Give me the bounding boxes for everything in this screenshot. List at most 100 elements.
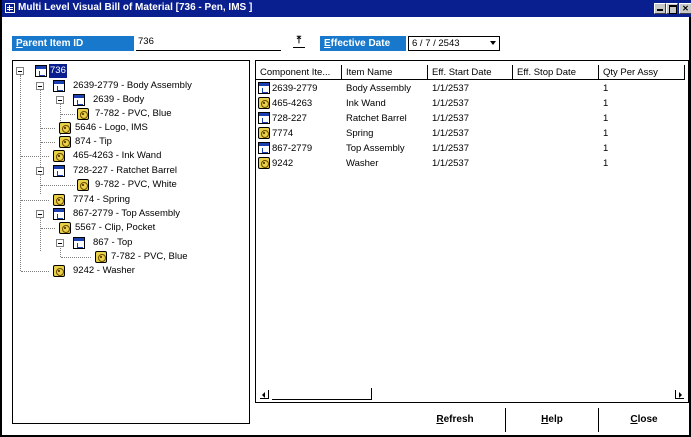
part-icon	[59, 136, 71, 148]
cell-stop-date	[517, 81, 597, 96]
tree-root-label: 736	[49, 64, 67, 78]
assembly-icon	[53, 208, 65, 220]
tree-connector	[61, 257, 91, 258]
tree-node[interactable]: 867-2779 - Top Assembly	[15, 207, 245, 221]
tree-node[interactable]: 2639-2779 - Body Assembly	[15, 79, 245, 93]
tree-node[interactable]: 5646 - Logo, IMS	[15, 121, 245, 135]
app-grid-icon	[5, 3, 15, 13]
bom-tree[interactable]: 736 2639-2779 - Body Assembly 2639 - Bod…	[12, 60, 250, 424]
assembly-icon	[73, 237, 85, 249]
cell-component: 465-4263	[272, 98, 313, 109]
assembly-icon	[35, 65, 47, 77]
grid-header: Component Ite... Item Name Eff. Start Da…	[256, 65, 688, 80]
cell-start-date: 1/1/2537	[432, 83, 469, 94]
part-icon	[77, 108, 89, 120]
table-row[interactable]: 9242 Washer 1/1/2537 1	[256, 156, 688, 171]
tree-node-root[interactable]: 736	[15, 64, 75, 78]
tree-node[interactable]: 7774 - Spring	[15, 193, 245, 207]
tree-node-label: 465-4263 - Ink Wand	[73, 150, 162, 161]
part-icon	[59, 122, 71, 134]
column-header-stop-date[interactable]: Eff. Stop Date	[513, 65, 599, 80]
tree-node-label: 7774 - Spring	[73, 194, 131, 205]
table-row[interactable]: 465-4263 Ink Wand 1/1/2537 1	[256, 96, 688, 111]
cell-start-date: 1/1/2537	[432, 113, 469, 124]
part-icon	[53, 265, 65, 277]
tree-node[interactable]: 9242 - Washer	[15, 264, 245, 278]
collapse-icon[interactable]	[36, 167, 44, 175]
close-button[interactable]: Close	[599, 408, 689, 432]
cell-stop-date	[517, 141, 597, 156]
tree-node-label: 2639 - Body	[93, 94, 145, 105]
parent-item-id-input[interactable]: 736	[136, 35, 281, 51]
tree-node-label: 728-227 - Ratchet Barrel	[73, 165, 178, 176]
refresh-button[interactable]: Refresh	[405, 408, 505, 432]
scroll-right-icon[interactable]	[675, 390, 684, 399]
chevron-down-icon[interactable]	[490, 41, 496, 45]
effective-date-label: Effective Date	[320, 36, 406, 51]
tree-node[interactable]: 5567 - Clip, Pocket	[15, 221, 245, 235]
assembly-icon	[258, 82, 270, 94]
tree-node-label: 2639-2779 - Body Assembly	[73, 80, 192, 91]
column-header-qty[interactable]: Qty Per Assy	[599, 65, 685, 80]
tree-node[interactable]: 465-4263 - Ink Wand	[15, 149, 245, 163]
cell-qty: 1	[603, 128, 609, 139]
collapse-icon[interactable]	[56, 239, 64, 247]
tree-connector	[41, 142, 55, 143]
title-bar[interactable]: Multi Level Visual Bill of Material [736…	[2, 0, 691, 17]
minimize-button[interactable]	[654, 3, 666, 14]
tree-node-label: 5567 - Clip, Pocket	[75, 222, 156, 233]
column-header-start-date[interactable]: Eff. Start Date	[428, 65, 513, 80]
part-icon	[258, 127, 270, 139]
close-window-button[interactable]: ✕	[679, 3, 691, 14]
part-icon	[258, 157, 270, 169]
cell-item-name: Washer	[346, 158, 379, 169]
horizontal-scrollbar[interactable]	[256, 388, 688, 402]
cell-start-date: 1/1/2537	[432, 128, 469, 139]
tree-node[interactable]: 9-782 - PVC, White	[15, 178, 245, 192]
tree-node-label: 874 - Tip	[75, 136, 112, 147]
cell-qty: 1	[603, 143, 609, 154]
assembly-icon	[53, 80, 65, 92]
table-row[interactable]: 2639-2779 Body Assembly 1/1/2537 1	[256, 81, 688, 96]
maximize-button[interactable]	[666, 3, 678, 14]
cell-qty: 1	[603, 83, 609, 94]
tree-node[interactable]: 874 - Tip	[15, 135, 245, 149]
tree-node[interactable]: 7-782 - PVC, Blue	[15, 107, 245, 121]
tree-connector	[21, 156, 49, 157]
table-row[interactable]: 728-227 Ratchet Barrel 1/1/2537 1	[256, 111, 688, 126]
tree-node[interactable]: 728-227 - Ratchet Barrel	[15, 164, 245, 178]
effective-date-select[interactable]: 6 / 7 / 2543	[408, 36, 500, 51]
column-header-item-name[interactable]: Item Name	[342, 65, 428, 80]
component-grid[interactable]: Component Ite... Item Name Eff. Start Da…	[255, 60, 689, 403]
collapse-icon[interactable]	[16, 67, 24, 75]
table-row[interactable]: 7774 Spring 1/1/2537 1	[256, 126, 688, 141]
lookup-arrow-icon[interactable]: ⤒	[293, 36, 305, 48]
tree-node-label: 7-782 - PVC, Blue	[95, 108, 172, 119]
part-icon	[77, 179, 89, 191]
part-icon	[258, 97, 270, 109]
tree-node[interactable]: 867 - Top	[15, 236, 245, 250]
help-button[interactable]: Help	[506, 408, 598, 432]
tree-connector	[21, 271, 49, 272]
part-icon	[59, 222, 71, 234]
cell-start-date: 1/1/2537	[432, 143, 469, 154]
scrollbar-thumb[interactable]	[272, 388, 372, 400]
cell-start-date: 1/1/2537	[432, 98, 469, 109]
tree-connector	[41, 185, 75, 186]
collapse-icon[interactable]	[36, 82, 44, 90]
tree-node-label: 867-2779 - Top Assembly	[73, 208, 181, 219]
tree-node[interactable]: 2639 - Body	[15, 93, 245, 107]
cell-component: 7774	[272, 128, 294, 139]
cell-item-name: Ink Wand	[346, 98, 386, 109]
tree-node[interactable]: 7-782 - PVC, Blue	[15, 250, 245, 264]
cell-stop-date	[517, 111, 597, 126]
tree-node-label: 5646 - Logo, IMS	[75, 122, 148, 133]
scroll-left-icon[interactable]	[260, 390, 269, 399]
collapse-icon[interactable]	[36, 210, 44, 218]
assembly-icon	[258, 112, 270, 124]
tree-node-label: 867 - Top	[93, 237, 133, 248]
collapse-icon[interactable]	[56, 96, 64, 104]
column-header-component[interactable]: Component Ite...	[256, 65, 342, 80]
cell-stop-date	[517, 96, 597, 111]
table-row[interactable]: 867-2779 Top Assembly 1/1/2537 1	[256, 141, 688, 156]
